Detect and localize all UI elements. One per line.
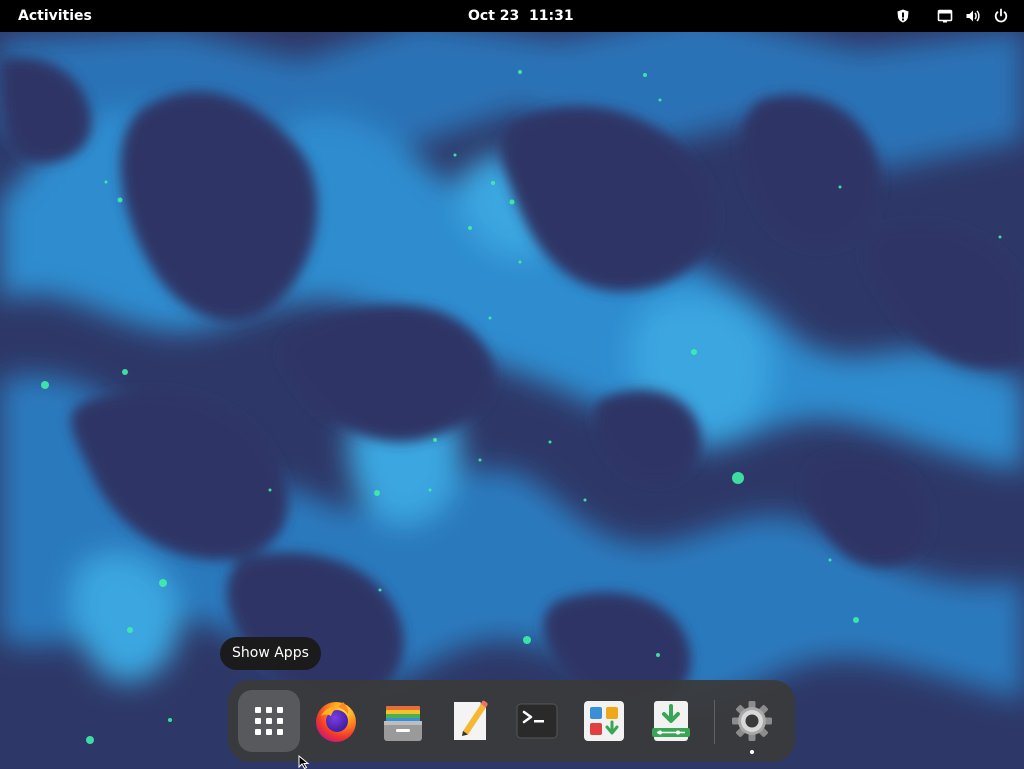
show-apps-tooltip: Show Apps [220,637,321,670]
install-icon [652,701,690,741]
firefox-icon [316,702,356,742]
software-store-icon [584,701,624,741]
text-editor-icon [454,700,488,740]
terminal-icon [516,703,558,739]
dash [228,680,795,762]
clock-button[interactable]: Oct 23 11:31 [452,3,590,29]
install-launcher[interactable] [640,690,702,752]
top-bar: Activities Oct 23 11:31 [0,0,1024,32]
text-editor-launcher[interactable] [439,690,501,752]
files-launcher[interactable] [372,690,434,752]
mouse-cursor-icon [298,755,310,769]
settings-launcher[interactable] [721,690,783,754]
grid-icon [255,707,283,735]
volume-icon [960,3,986,29]
dash-separator [714,700,715,744]
shield-icon[interactable] [890,3,916,29]
power-icon [988,3,1014,29]
terminal-launcher[interactable] [506,690,568,752]
show-apps-button[interactable] [238,690,300,752]
file-cabinet-icon [384,706,422,741]
desktop-wallpaper [0,0,1024,768]
system-tray [890,3,1014,29]
status-menu-button[interactable] [932,3,1014,29]
gear-icon [732,701,772,741]
running-indicator [750,750,754,754]
activities-button[interactable]: Activities [8,3,102,29]
firefox-launcher[interactable] [305,690,367,752]
network-icon [932,3,958,29]
software-launcher[interactable] [573,690,635,752]
